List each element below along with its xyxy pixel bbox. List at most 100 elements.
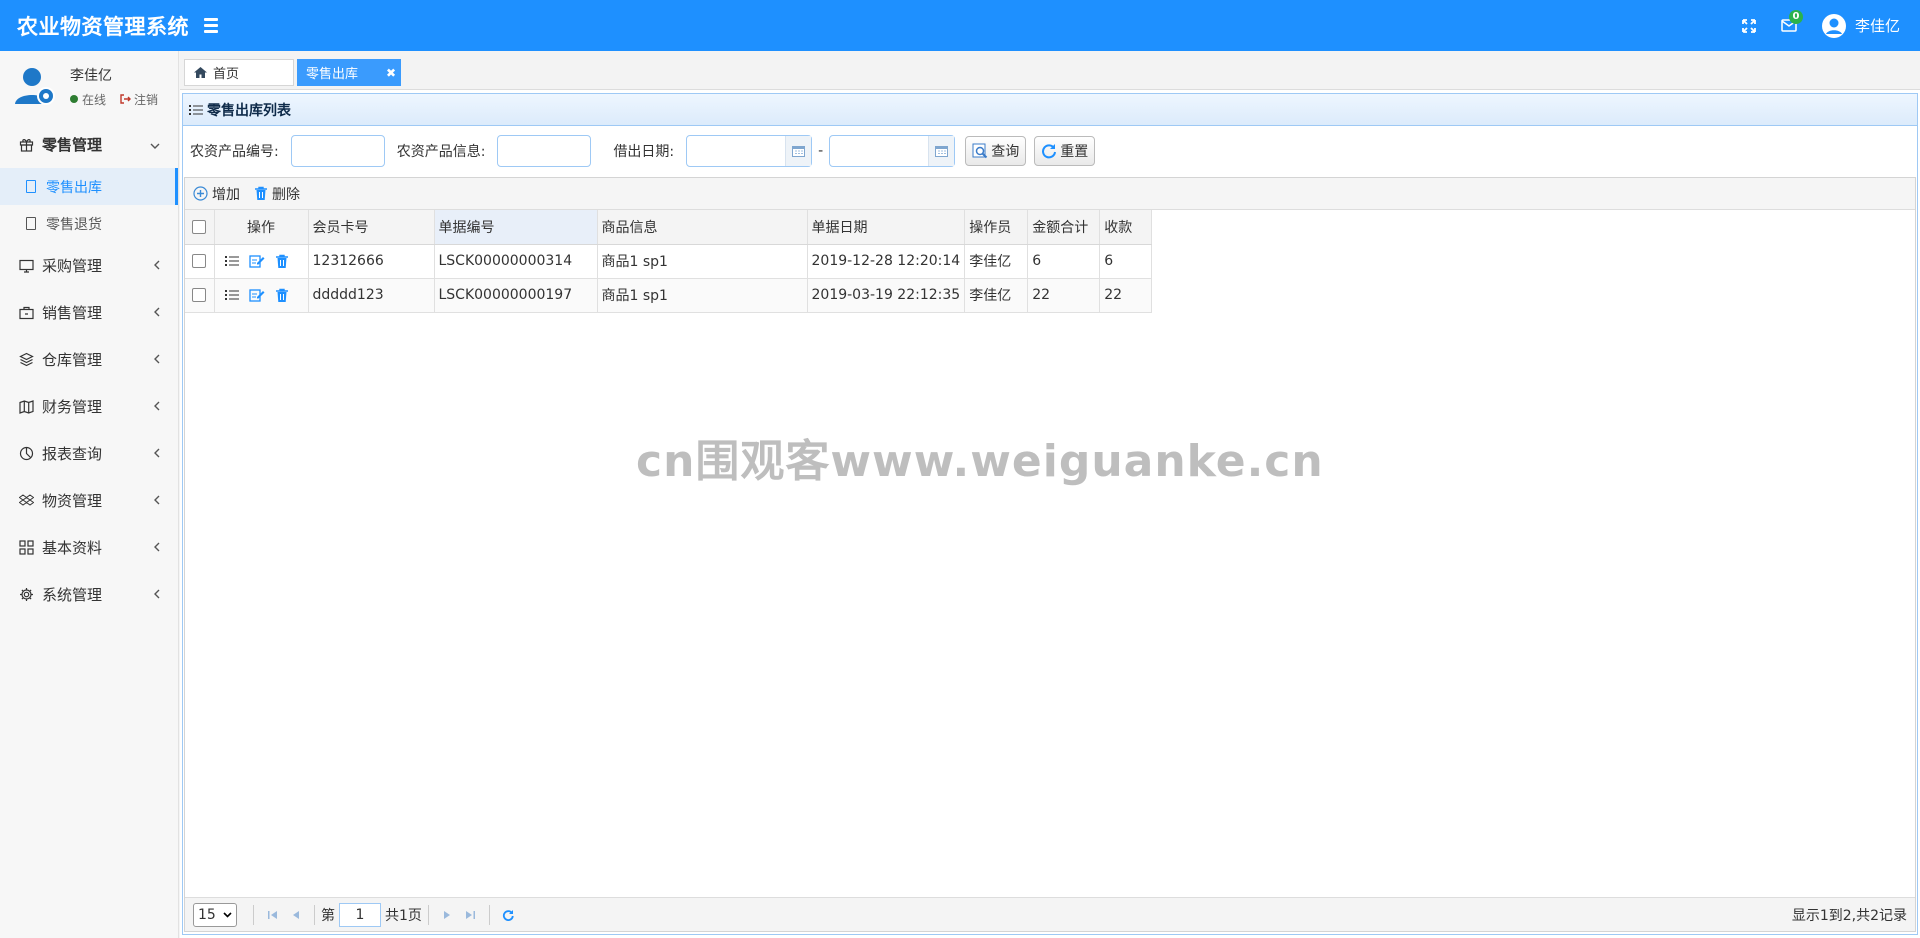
menu-warehouse[interactable]: 仓库管理 [0, 336, 178, 383]
col-header-goods[interactable]: 商品信息 [597, 210, 808, 245]
file-icon [26, 180, 36, 193]
tab-retail-out[interactable]: 零售出库 ✖ [297, 59, 401, 86]
cell-date: 2019-12-28 12:20:14 [807, 244, 966, 279]
page-total: 共1页 [385, 907, 422, 924]
col-header-total[interactable]: 金额合计 [1027, 210, 1101, 245]
user-panel: 李佳亿 在线 注销 [0, 51, 178, 121]
dropbox-icon [18, 493, 34, 509]
info-label: 农资产品信息: [396, 144, 486, 160]
select-all-cell[interactable] [185, 210, 215, 245]
top-right-area: 0 李佳亿 [1729, 0, 1920, 51]
close-icon[interactable]: ✖ [386, 66, 396, 80]
online-dot-icon [70, 95, 78, 103]
menu-sales[interactable]: 销售管理 [0, 289, 178, 336]
prev-page-button[interactable] [284, 903, 308, 927]
tab-home[interactable]: 首页 [184, 59, 294, 86]
delete-button-label: 删除 [272, 186, 300, 203]
next-page-button[interactable] [435, 903, 459, 927]
chevron-left-icon [154, 446, 160, 462]
page-number-value: 1 [355, 906, 365, 923]
reset-button-label: 重置 [1060, 144, 1089, 160]
menu-finance[interactable]: 财务管理 [0, 383, 178, 430]
info-input[interactable] [497, 135, 592, 167]
chevron-down-icon [150, 137, 160, 153]
file-icon [26, 217, 36, 230]
list-panel: 零售出库列表 农资产品编号: 农资产品信息: 借出日期: - 查询 重置 增加 … [182, 93, 1918, 935]
next-page-icon [443, 910, 450, 919]
menu-system[interactable]: 系统管理 [0, 571, 178, 618]
col-header-card[interactable]: 会员卡号 [308, 210, 435, 245]
cell-doc: LSCK00000000197 [434, 278, 598, 313]
gift-icon [18, 137, 34, 153]
first-page-button[interactable] [260, 903, 284, 927]
menu-materials[interactable]: 物资管理 [0, 477, 178, 524]
menu-basic-info[interactable]: 基本资料 [0, 524, 178, 571]
row-checkbox[interactable] [192, 254, 207, 268]
cell-date: 2019-03-19 22:12:35 [807, 278, 966, 313]
end-date-input[interactable] [829, 135, 956, 167]
record-info: 显示1到2,共2记录 [1791, 907, 1907, 924]
submenu-retail-return[interactable]: 零售退货 [0, 205, 178, 242]
menu-materials-label: 物资管理 [42, 492, 103, 510]
reload-button[interactable] [496, 903, 520, 927]
user-status: 在线 注销 [70, 91, 158, 108]
mail-count-badge: 0 [1788, 9, 1803, 24]
menu-purchase-label: 采购管理 [42, 257, 103, 275]
col-header-received[interactable]: 收款 [1099, 210, 1153, 245]
logout-link[interactable]: 注销 [120, 91, 158, 108]
page-number-input[interactable]: 1 [339, 902, 381, 927]
map-icon [18, 399, 34, 415]
code-input[interactable] [290, 135, 385, 167]
menu-finance-label: 财务管理 [42, 398, 103, 416]
menu-reports-label: 报表查询 [42, 445, 103, 463]
calendar-icon[interactable] [928, 136, 955, 166]
mail-button[interactable]: 0 [1769, 6, 1809, 46]
gear-icon [18, 587, 34, 603]
edit-icon[interactable] [248, 254, 265, 268]
cell-received: 6 [1099, 244, 1153, 279]
main-content: 首页 零售出库 ✖ 零售出库列表 农资产品编号: 农资产品信息: 借出日期: - [180, 51, 1920, 938]
last-page-button[interactable] [459, 903, 483, 927]
fullscreen-icon[interactable] [1729, 6, 1769, 46]
col-header-operator[interactable]: 操作员 [964, 210, 1029, 245]
tab-home-label: 首页 [213, 67, 240, 82]
table-row[interactable]: 12312666 LSCK00000000314 商品1 sp1 2019-12… [185, 244, 1153, 279]
add-button[interactable]: 增加 [193, 184, 240, 204]
list-icon[interactable] [224, 289, 239, 301]
monitor-icon [18, 258, 34, 274]
trash-icon[interactable] [275, 288, 289, 303]
row-select-cell[interactable] [185, 244, 215, 279]
logout-label: 注销 [134, 92, 159, 107]
first-page-icon [267, 910, 277, 919]
reset-button[interactable]: 重置 [1034, 136, 1096, 166]
delete-button[interactable]: 删除 [254, 184, 300, 204]
list-icon[interactable] [224, 255, 239, 267]
pagination-bar: 15 第 1 共1页 显示1到2,共2记录 [185, 897, 1915, 931]
page-size-select[interactable]: 15 [193, 902, 237, 927]
menu-purchase[interactable]: 采购管理 [0, 242, 178, 289]
table-row[interactable]: ddddd123 LSCK00000000197 商品1 sp1 2019-03… [185, 278, 1153, 313]
panel-header: 零售出库列表 [183, 94, 1917, 126]
data-table: 操作 会员卡号 单据编号 商品信息 单据日期 操作员 金额合计 收款 12312… [185, 210, 1153, 313]
start-date-input[interactable] [686, 135, 813, 167]
code-label: 农资产品编号: [190, 144, 279, 160]
chevron-left-icon [154, 399, 160, 415]
submenu-retail-out[interactable]: 零售出库 [0, 168, 178, 205]
row-select-cell[interactable] [185, 278, 215, 313]
sidebar-user-name: 李佳亿 [70, 67, 112, 84]
top-user-menu[interactable]: 李佳亿 [1809, 13, 1920, 39]
menu-toggle-icon[interactable] [204, 14, 228, 38]
edit-icon[interactable] [248, 288, 265, 302]
menu-retail[interactable]: 零售管理 [0, 121, 178, 168]
col-header-doc[interactable]: 单据编号 [434, 210, 598, 245]
row-checkbox[interactable] [192, 288, 207, 302]
menu-reports[interactable]: 报表查询 [0, 430, 178, 477]
menu-sales-label: 销售管理 [42, 304, 103, 322]
calendar-icon[interactable] [785, 136, 812, 166]
col-header-date[interactable]: 单据日期 [807, 210, 966, 245]
trash-icon[interactable] [275, 254, 289, 269]
select-all-checkbox[interactable] [192, 219, 207, 234]
query-button[interactable]: 查询 [965, 136, 1027, 166]
prev-page-icon [293, 910, 299, 919]
chevron-left-icon [154, 258, 160, 274]
